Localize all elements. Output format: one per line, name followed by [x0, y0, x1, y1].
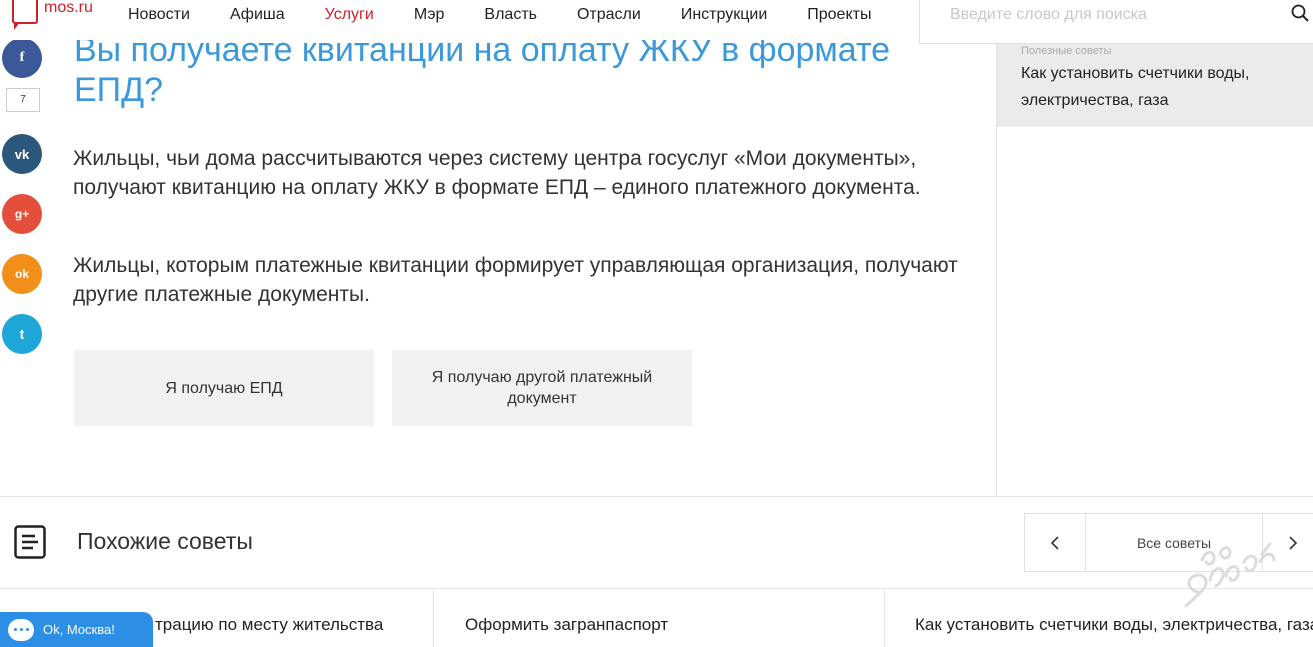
- nav-item-government[interactable]: Власть: [484, 6, 537, 24]
- top-navigation: mos.ru Новости Афиша Услуги Мэр Власть О…: [0, 0, 1313, 44]
- right-sidebar: Полезные советы Как установить счетчики …: [996, 44, 1313, 497]
- nav-item-projects[interactable]: Проекты: [807, 6, 871, 24]
- chat-bubble-icon: [8, 618, 34, 641]
- tip-item[interactable]: Оформить загранпаспорт: [433, 588, 884, 647]
- vk-icon[interactable]: vk: [2, 134, 42, 174]
- article-paragraph: Жильцы, чьи дома рассчитываются через си…: [73, 147, 921, 199]
- nav-item-instructions[interactable]: Инструкции: [681, 6, 767, 24]
- search-box: [919, 0, 1313, 44]
- google-plus-icon[interactable]: g+: [2, 194, 42, 234]
- chevron-right-icon: [1289, 535, 1298, 550]
- logo-text: mos.ru: [44, 0, 93, 16]
- mos-logo-icon: [12, 0, 38, 30]
- search-icon[interactable]: [1291, 4, 1309, 22]
- similar-tips-title: Похожие советы: [77, 528, 253, 554]
- nav-item-mayor[interactable]: Мэр: [414, 6, 445, 24]
- chat-widget-button[interactable]: Ok, Москва!: [0, 612, 153, 647]
- mos-logo[interactable]: mos.ru: [12, 0, 93, 30]
- article-paragraph: Жильцы, которым платежные квитанции форм…: [73, 254, 958, 306]
- search-input[interactable]: [950, 4, 1270, 26]
- chat-label: Ok, Москва!: [43, 622, 115, 637]
- odnoklassniki-icon[interactable]: ok: [2, 254, 42, 294]
- share-count: 7: [6, 88, 40, 112]
- document-list-icon: [14, 525, 46, 559]
- facebook-icon[interactable]: f: [2, 38, 42, 78]
- related-article-card[interactable]: Полезные советы Как установить счетчики …: [997, 44, 1313, 127]
- nav-item-industries[interactable]: Отрасли: [577, 6, 641, 24]
- main-menu: Новости Афиша Услуги Мэр Власть Отрасли …: [128, 6, 911, 24]
- nav-item-afisha[interactable]: Афиша: [230, 6, 285, 24]
- prev-button[interactable]: [1025, 514, 1085, 571]
- twitter-icon[interactable]: t: [2, 314, 42, 354]
- other-document-choice-button[interactable]: Я получаю другой платежный документ: [392, 350, 692, 426]
- epd-choice-button[interactable]: Я получаю ЕПД: [74, 350, 374, 426]
- related-article-title: Как установить счетчики воды, электричес…: [1021, 65, 1250, 109]
- nav-item-news[interactable]: Новости: [128, 6, 190, 24]
- watermark-logo: [1184, 542, 1276, 608]
- article-title: Вы получаете квитанции на оплату ЖКУ в ф…: [74, 31, 891, 109]
- section-divider: [0, 496, 1313, 497]
- nav-item-services[interactable]: Услуги: [325, 6, 374, 24]
- chevron-left-icon: [1050, 535, 1059, 550]
